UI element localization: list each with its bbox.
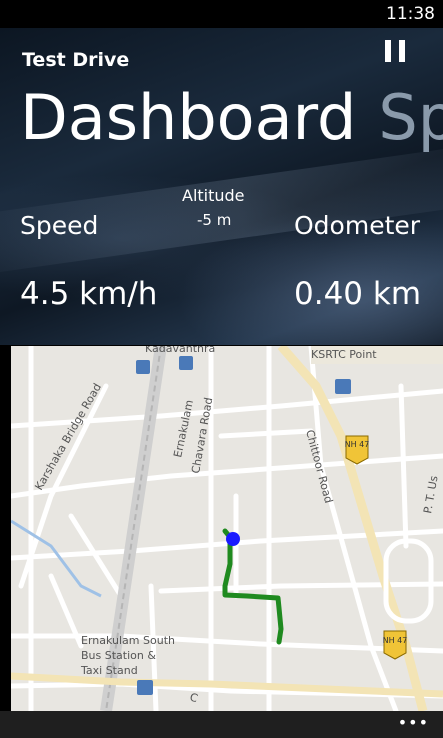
current-location-marker	[226, 532, 240, 546]
map-label-kadavanthra: Kadavanthra	[145, 346, 215, 355]
clock: 11:38	[386, 4, 435, 24]
map-label-bus-station-3: Taxi Stand	[80, 664, 138, 677]
speed-label: Speed	[20, 211, 99, 240]
status-bar: 11:38	[0, 0, 443, 28]
map-canvas[interactable]: NH 47 NH 47 Kadavanthra KSRTC Point Kars…	[11, 346, 443, 711]
pause-icon-bar	[399, 40, 405, 62]
bus-station-icon	[137, 680, 153, 695]
map-label-ksrtc: KSRTC Point	[311, 348, 377, 361]
odometer-label: Odometer	[294, 211, 421, 240]
rail-station-icon	[136, 360, 150, 374]
pause-button[interactable]	[385, 40, 407, 62]
speed-value: 4.5 km/h	[20, 276, 158, 312]
map-label-pt: P. T. Us	[421, 474, 440, 514]
app-bar: •••	[0, 711, 443, 738]
highway-label-2: NH 47	[383, 636, 408, 645]
pause-icon	[385, 40, 391, 62]
pivot-item-speed[interactable]: Speed	[378, 81, 443, 154]
map-view[interactable]: NH 47 NH 47 Kadavanthra KSRTC Point Kars…	[11, 346, 443, 711]
pivot-header: Dashboard Speed	[20, 82, 443, 154]
highway-shield-2: NH 47	[383, 630, 408, 660]
map-label-bus-station-1: Ernakulam South	[81, 634, 175, 647]
background-sheen	[0, 136, 443, 280]
app-title: Test Drive	[22, 49, 130, 71]
odometer-value: 0.40 km	[294, 276, 422, 312]
map-label-bus-station-2: Bus Station &	[81, 649, 156, 662]
dashboard-header: Test Drive DashboardSpeed Altitude -5 m …	[0, 28, 443, 345]
more-options-icon[interactable]: •••	[398, 713, 429, 732]
map-label-c-road: C	[188, 690, 200, 705]
highway-shield-1: NH 47	[345, 435, 370, 465]
rail-station-icon-2	[179, 356, 193, 370]
altitude-label: Altitude	[182, 186, 245, 205]
highway-label-1: NH 47	[345, 440, 370, 449]
map-label-karshaka: Karshaka Bridge Road	[32, 381, 104, 492]
bus-stop-icon	[335, 379, 351, 394]
pivot-item-dashboard[interactable]: Dashboard	[20, 81, 356, 154]
altitude-value: -5 m	[197, 211, 232, 229]
